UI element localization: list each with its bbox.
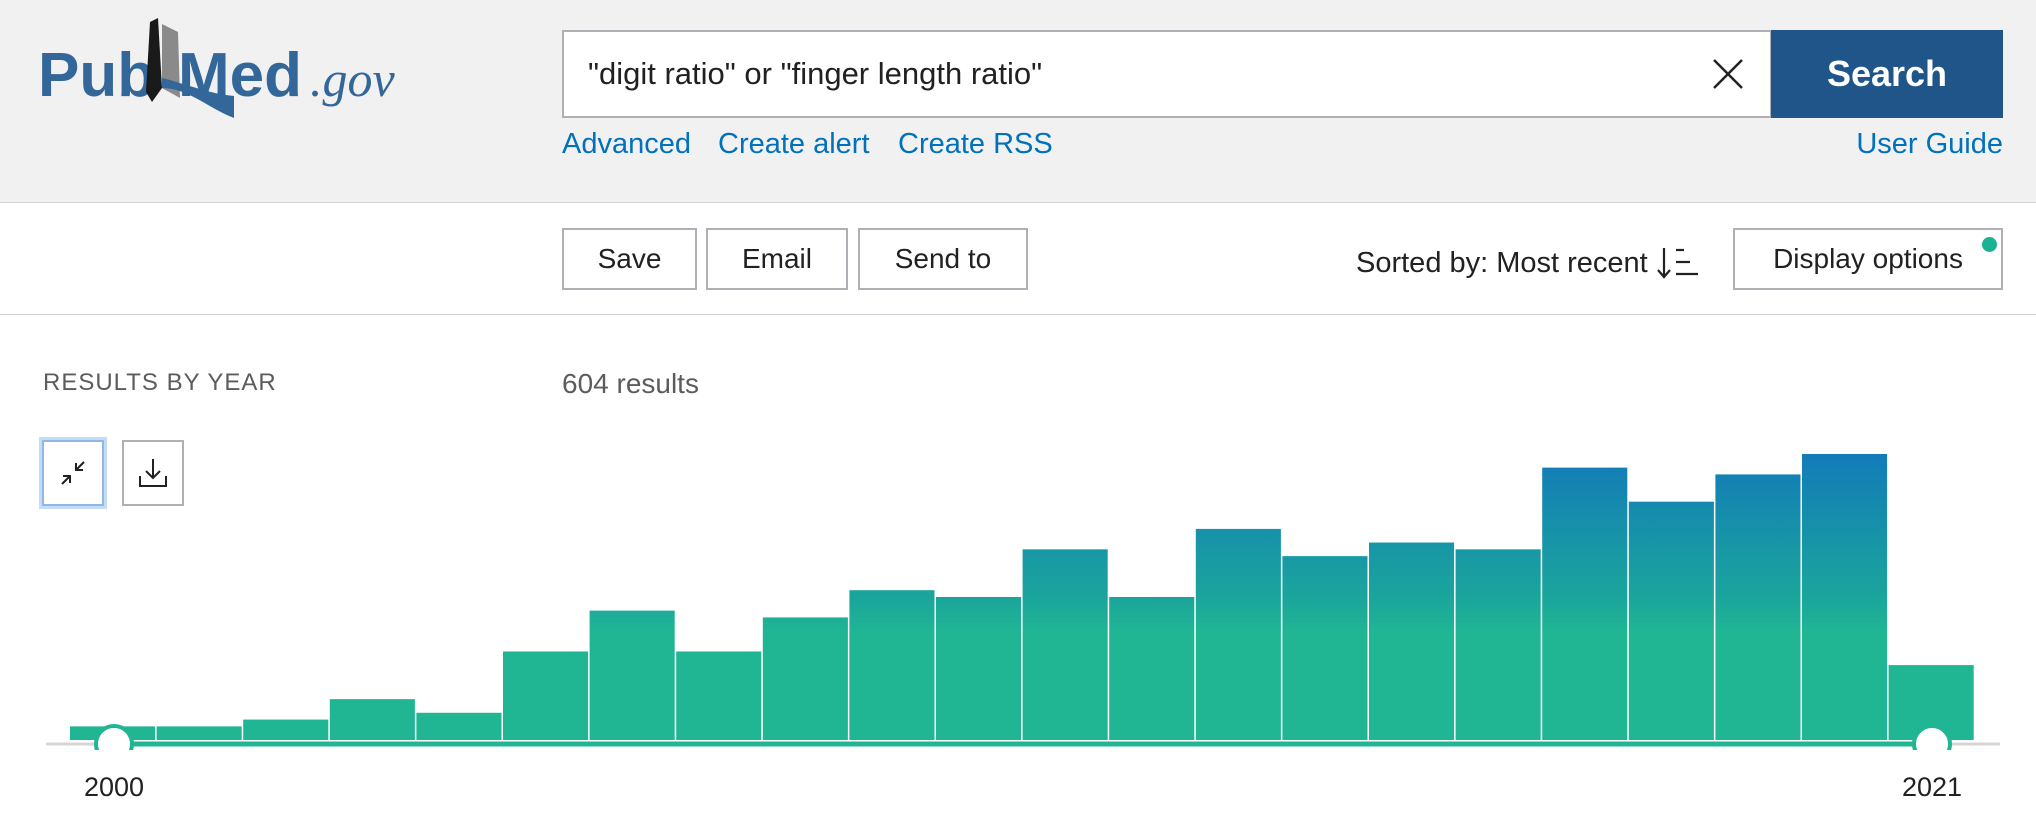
results-by-year-chart (46, 454, 2000, 750)
bar-2015[interactable] (1369, 542, 1455, 740)
user-guide-link[interactable]: User Guide (1856, 128, 2003, 161)
bar-2005[interactable] (503, 651, 589, 740)
create-rss-link[interactable]: Create RSS (898, 128, 1053, 161)
search-input[interactable] (564, 32, 1688, 116)
display-options-label: Display options (1773, 243, 1963, 274)
display-options-button[interactable]: Display options (1733, 228, 2003, 290)
slider-min-year-label: 2000 (83, 772, 145, 802)
search-box (562, 30, 1772, 118)
bar-2016[interactable] (1455, 549, 1541, 740)
bar-2003[interactable] (329, 699, 415, 740)
bar-2007[interactable] (676, 651, 762, 740)
bar-2001[interactable] (156, 726, 242, 740)
sort-label: Sorted by: Most recent (1356, 246, 1648, 279)
pubmed-logo[interactable]: Pub Med .gov (38, 18, 418, 128)
advanced-link[interactable]: Advanced (562, 128, 691, 161)
email-button[interactable]: Email (706, 228, 848, 290)
results-by-year-title: RESULTS BY YEAR (43, 369, 277, 396)
bar-2004[interactable] (416, 712, 502, 740)
notification-dot (1982, 237, 1997, 252)
bar-2020[interactable] (1802, 454, 1888, 740)
svg-text:.gov: .gov (310, 51, 396, 107)
save-button[interactable]: Save (562, 228, 697, 290)
search-button[interactable]: Search (1771, 30, 2003, 118)
svg-text:Pub: Pub (38, 41, 155, 110)
bar-2012[interactable] (1109, 597, 1195, 740)
create-alert-link[interactable]: Create alert (718, 128, 870, 161)
slider-max-year-label: 2021 (1901, 772, 1963, 802)
bar-2008[interactable] (762, 617, 848, 740)
bar-2009[interactable] (849, 590, 935, 740)
bar-2010[interactable] (936, 597, 1022, 740)
slider-handle-min[interactable] (94, 724, 134, 750)
bars-group (70, 454, 1974, 740)
slider-handle-max[interactable] (1912, 724, 1952, 750)
clear-search-button[interactable] (1686, 32, 1770, 116)
bar-2011[interactable] (1022, 549, 1108, 740)
bar-2017[interactable] (1542, 467, 1628, 740)
bar-2019[interactable] (1715, 474, 1801, 740)
svg-text:Med: Med (178, 41, 302, 110)
bar-2018[interactable] (1628, 501, 1714, 740)
bar-2002[interactable] (243, 719, 329, 740)
bar-2006[interactable] (589, 610, 675, 740)
sort-descending-icon (1656, 248, 1698, 279)
result-count: 604 results (562, 368, 699, 399)
header: Pub Med .gov Search Advanced Create aler… (0, 0, 2036, 203)
bar-2014[interactable] (1282, 556, 1368, 740)
close-icon (1713, 59, 1743, 89)
results-toolbar: Save Email Send to Sorted by: Most recen… (0, 203, 2036, 315)
bar-2013[interactable] (1195, 528, 1281, 740)
sort-control[interactable]: Sorted by: Most recent (1356, 243, 1700, 283)
send-to-button[interactable]: Send to (858, 228, 1028, 290)
